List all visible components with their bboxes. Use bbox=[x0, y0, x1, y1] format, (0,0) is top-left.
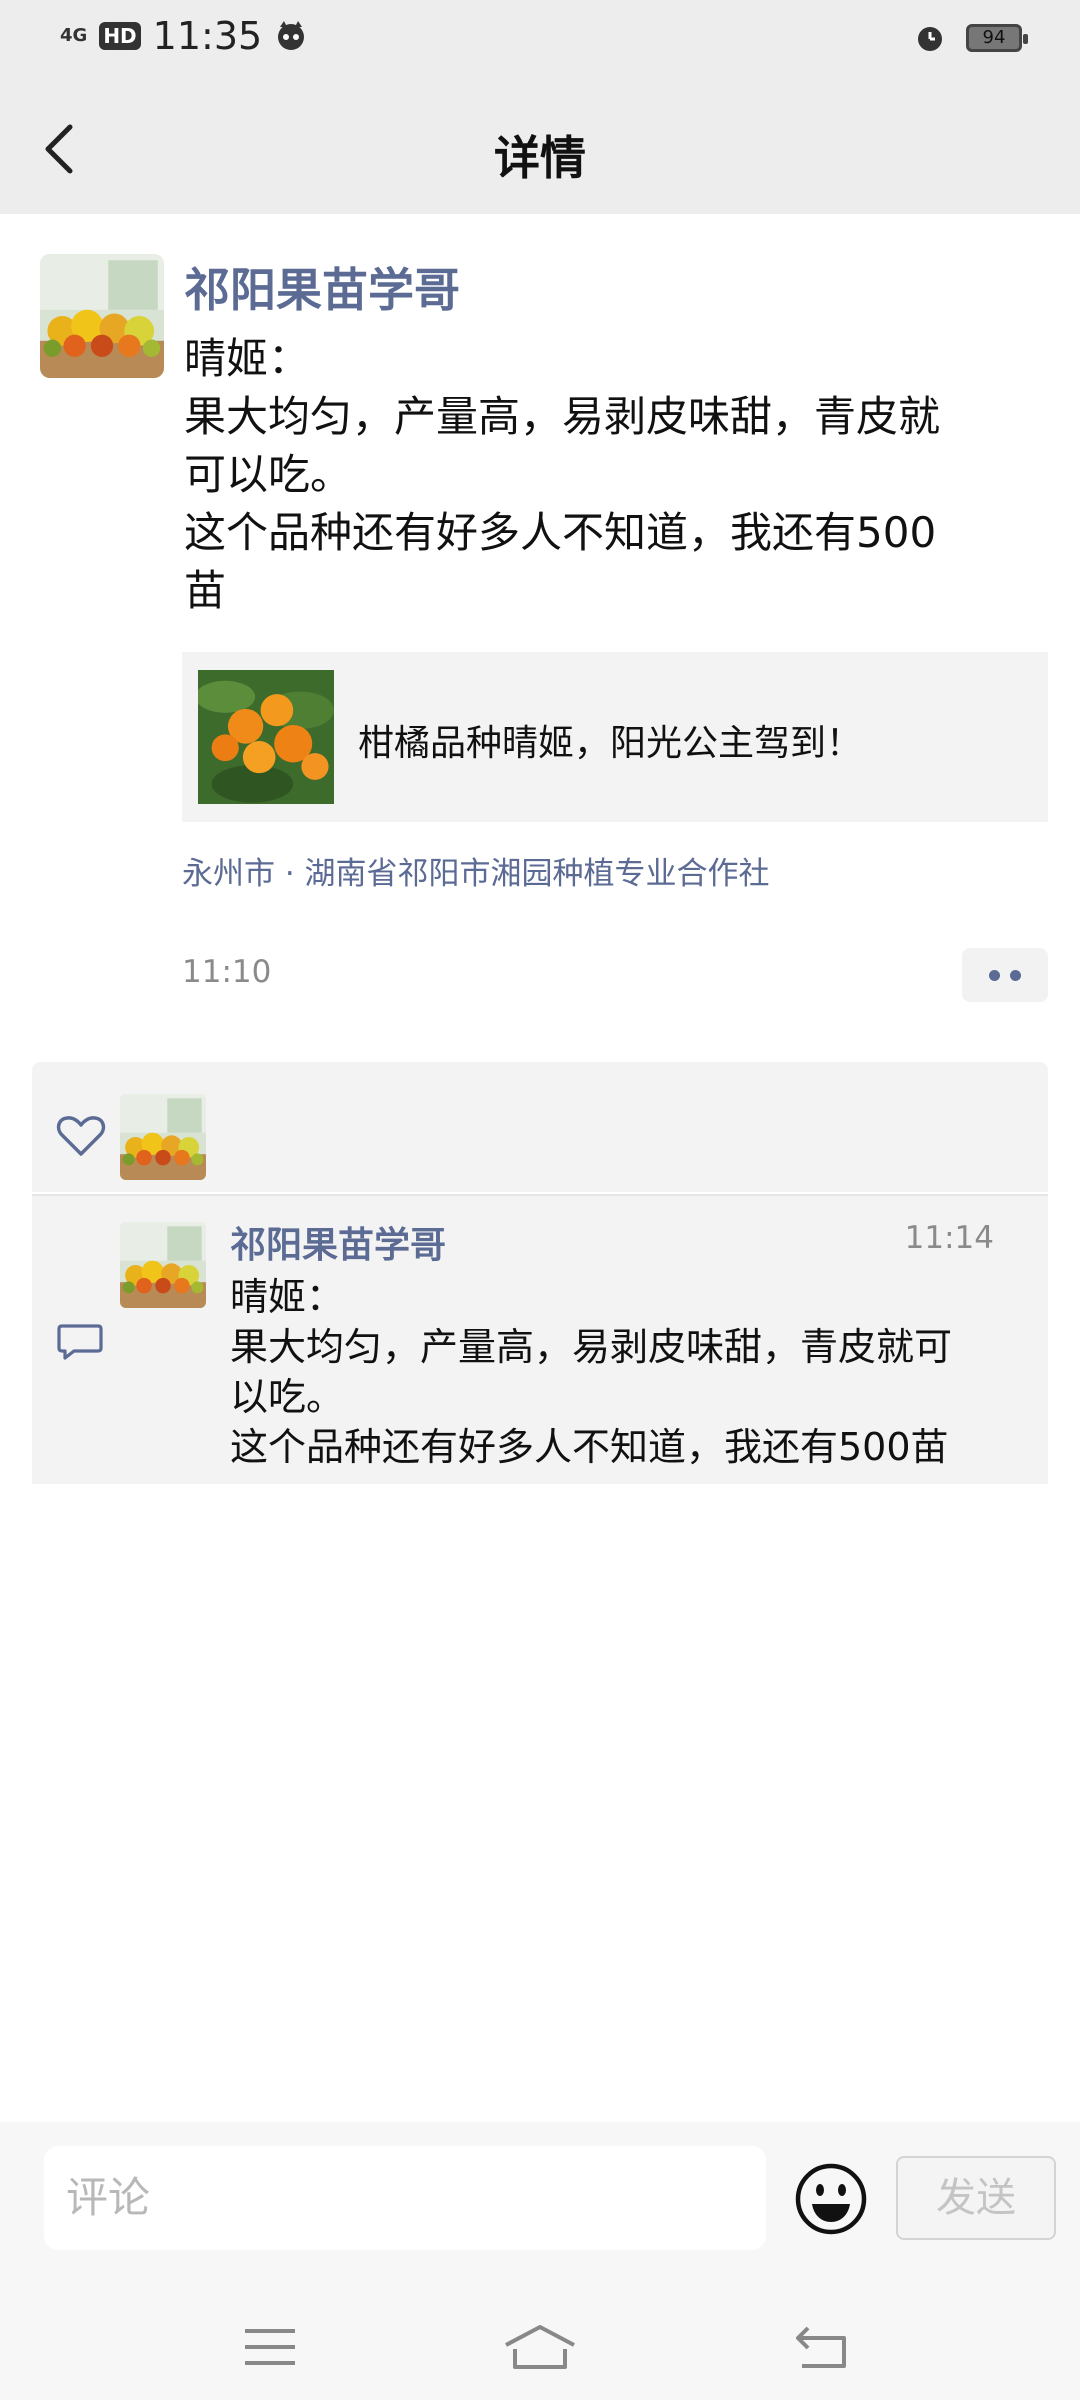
menu-icon bbox=[245, 2329, 295, 2365]
notification-icon bbox=[278, 21, 305, 50]
status-left: 4G HD 11:35 bbox=[60, 14, 308, 58]
comment-text[interactable]: 晴姬： 果大均匀，产量高，易剥皮味甜，青皮就可 以吃。 这个品种还有好多人不知道… bbox=[230, 1272, 1050, 1472]
return-icon bbox=[796, 2326, 846, 2368]
orange-tree-image bbox=[198, 670, 334, 804]
dot-icon bbox=[1010, 969, 1021, 981]
emoji-icon bbox=[795, 2163, 867, 2235]
liker-avatar[interactable] bbox=[120, 1094, 206, 1180]
post-text-line: 苗 bbox=[184, 566, 227, 615]
post-author-name[interactable]: 祁阳果苗学哥 bbox=[184, 254, 460, 320]
status-time: 11:35 bbox=[152, 14, 263, 58]
comments-section: 祁阳果苗学哥 11:14 晴姬： 果大均匀，产量高，易剥皮味甜，青皮就可 以吃。… bbox=[32, 1196, 1048, 1484]
comment-input-bar: 评论 发送 bbox=[0, 2122, 1080, 2400]
status-bar: 4G HD 11:35 94 bbox=[0, 0, 1080, 84]
post-text-line: 这个品种还有好多人不知道，我还有500 bbox=[184, 508, 937, 557]
post-author-avatar[interactable] bbox=[40, 254, 164, 378]
title-bar: 详情 bbox=[0, 84, 1080, 214]
menu-button[interactable] bbox=[220, 2312, 320, 2382]
post-text: 晴姬： 果大均匀，产量高，易剥皮味甜，青皮就 可以吃。 这个品种还有好多人不知道… bbox=[184, 330, 1024, 620]
shared-link-card[interactable]: 柑橘品种晴姬，阳光公主驾到！ bbox=[182, 652, 1048, 822]
network-indicator: 4G bbox=[60, 25, 88, 46]
comment-input[interactable]: 评论 bbox=[44, 2146, 766, 2250]
comment-text-line: 果大均匀，产量高，易剥皮味甜，青皮就可 bbox=[230, 1325, 953, 1369]
hd-badge: HD bbox=[99, 22, 141, 50]
avatar-image bbox=[40, 254, 164, 378]
comment-text-line: 晴姬： bbox=[230, 1275, 345, 1319]
page-title: 详情 bbox=[494, 131, 586, 185]
system-nav-bar bbox=[0, 2292, 1080, 2392]
alarm-icon bbox=[918, 27, 942, 51]
post-time: 11:10 bbox=[182, 954, 272, 990]
link-thumbnail bbox=[198, 670, 334, 804]
status-right: 94 bbox=[914, 22, 1028, 54]
return-button[interactable] bbox=[772, 2312, 872, 2382]
comment-time: 11:14 bbox=[904, 1220, 994, 1256]
avatar-image bbox=[120, 1222, 206, 1308]
comment-author-name[interactable]: 祁阳果苗学哥 bbox=[230, 1216, 446, 1268]
battery-icon: 94 bbox=[966, 24, 1028, 52]
commenter-avatar[interactable] bbox=[120, 1222, 206, 1308]
post-text-line: 果大均匀，产量高，易剥皮味甜，青皮就 bbox=[184, 392, 941, 441]
send-button[interactable]: 发送 bbox=[896, 2156, 1056, 2240]
post-text-line: 晴姬： bbox=[184, 334, 311, 383]
heart-icon bbox=[56, 1116, 106, 1156]
post-location[interactable]: 永州市 · 湖南省祁阳市湘园种植专业合作社 bbox=[182, 848, 770, 893]
comment-icon bbox=[57, 1324, 103, 1360]
more-actions-button[interactable] bbox=[962, 948, 1048, 1002]
emoji-button[interactable] bbox=[794, 2162, 868, 2236]
home-icon bbox=[505, 2325, 575, 2369]
comment-text-line: 这个品种还有好多人不知道，我还有500苗 bbox=[230, 1425, 949, 1469]
link-title: 柑橘品种晴姬，阳光公主驾到！ bbox=[358, 723, 863, 764]
comment-text-line: 以吃。 bbox=[230, 1375, 345, 1419]
dot-icon bbox=[989, 969, 1000, 981]
post-text-line: 可以吃。 bbox=[184, 450, 353, 499]
avatar-image bbox=[120, 1094, 206, 1180]
likes-section bbox=[32, 1062, 1048, 1192]
home-button[interactable] bbox=[490, 2312, 590, 2382]
